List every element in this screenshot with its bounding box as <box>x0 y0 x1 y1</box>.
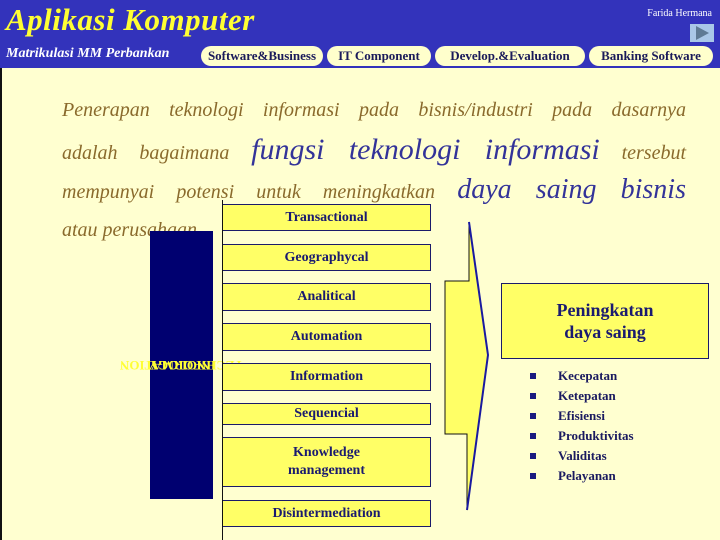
benefit-label: Validitas <box>558 448 607 463</box>
list-item: Ketepatan <box>530 386 634 406</box>
list-item: Validitas <box>530 446 634 466</box>
list-item: Pelayanan <box>530 466 634 486</box>
list-item: Kecepatan <box>530 366 634 386</box>
list-item: Efisiensi <box>530 406 634 426</box>
benefit-label: Ketepatan <box>558 388 616 403</box>
arrow-polygon <box>444 221 489 511</box>
result-line2: daya saing <box>564 322 646 342</box>
list-item: Produktivitas <box>530 426 634 446</box>
bullet-square-icon <box>530 393 536 399</box>
benefit-label: Produktivitas <box>558 428 634 443</box>
bullet-square-icon <box>530 473 536 479</box>
benefit-label: Efisiensi <box>558 408 605 423</box>
bullet-square-icon <box>530 453 536 459</box>
result-line1: Peningkatan <box>556 300 654 320</box>
result-box: Peningkatan daya saing <box>501 283 709 359</box>
benefits-list: Kecepatan Ketepatan Efisiensi Produktivi… <box>530 366 634 486</box>
benefit-label: Pelayanan <box>558 468 616 483</box>
bullet-square-icon <box>530 433 536 439</box>
benefit-label: Kecepatan <box>558 368 618 383</box>
bullet-square-icon <box>530 413 536 419</box>
bullet-square-icon <box>530 373 536 379</box>
